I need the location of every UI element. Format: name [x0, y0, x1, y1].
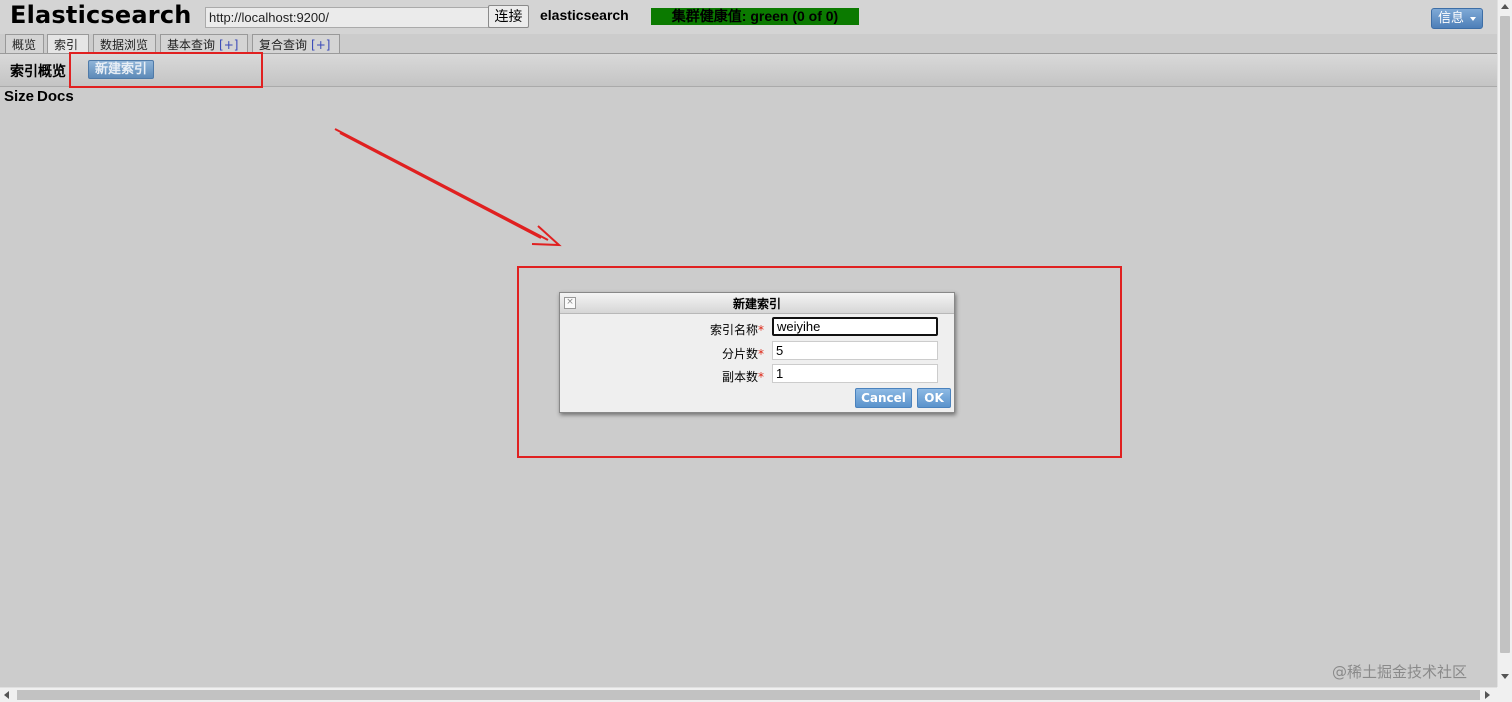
replicas-input[interactable] — [772, 364, 938, 383]
field-label-text: 索引名称 — [709, 323, 758, 337]
scrollbar-thumb[interactable] — [1500, 16, 1510, 653]
horizontal-scrollbar[interactable] — [0, 687, 1497, 702]
scroll-down-icon[interactable] — [1501, 674, 1509, 679]
scrollbar-thumb[interactable] — [17, 690, 1480, 700]
cancel-button[interactable]: Cancel — [855, 388, 912, 408]
dialog-titlebar: × 新建索引 — [560, 293, 954, 314]
field-label: 分片数* — [722, 345, 764, 362]
new-index-dialog: × 新建索引 索引名称* 分片数* 副本数* Cancel OK — [559, 292, 955, 413]
watermark: @稀土掘金技术社区 — [1332, 663, 1468, 681]
required-mark: * — [758, 347, 764, 361]
scroll-left-icon[interactable] — [4, 691, 9, 699]
index-name-input[interactable] — [772, 317, 938, 336]
scroll-right-icon[interactable] — [1485, 691, 1490, 699]
required-mark: * — [758, 323, 764, 337]
vertical-scrollbar[interactable] — [1497, 0, 1512, 687]
field-label-text: 副本数 — [721, 370, 758, 384]
scrollbar-corner — [1497, 687, 1512, 702]
field-label: 索引名称* — [710, 321, 764, 338]
form-row-replicas: 副本数* — [560, 364, 954, 386]
field-label-text: 分片数 — [721, 347, 758, 361]
shards-input[interactable] — [772, 341, 938, 360]
form-row-index-name: 索引名称* — [560, 317, 954, 339]
scroll-up-icon[interactable] — [1501, 4, 1509, 9]
dialog-title: 新建索引 — [732, 297, 781, 311]
field-label: 副本数* — [722, 368, 764, 385]
required-mark: * — [758, 370, 764, 384]
ok-button[interactable]: OK — [917, 388, 951, 408]
form-row-shards: 分片数* — [560, 341, 954, 363]
